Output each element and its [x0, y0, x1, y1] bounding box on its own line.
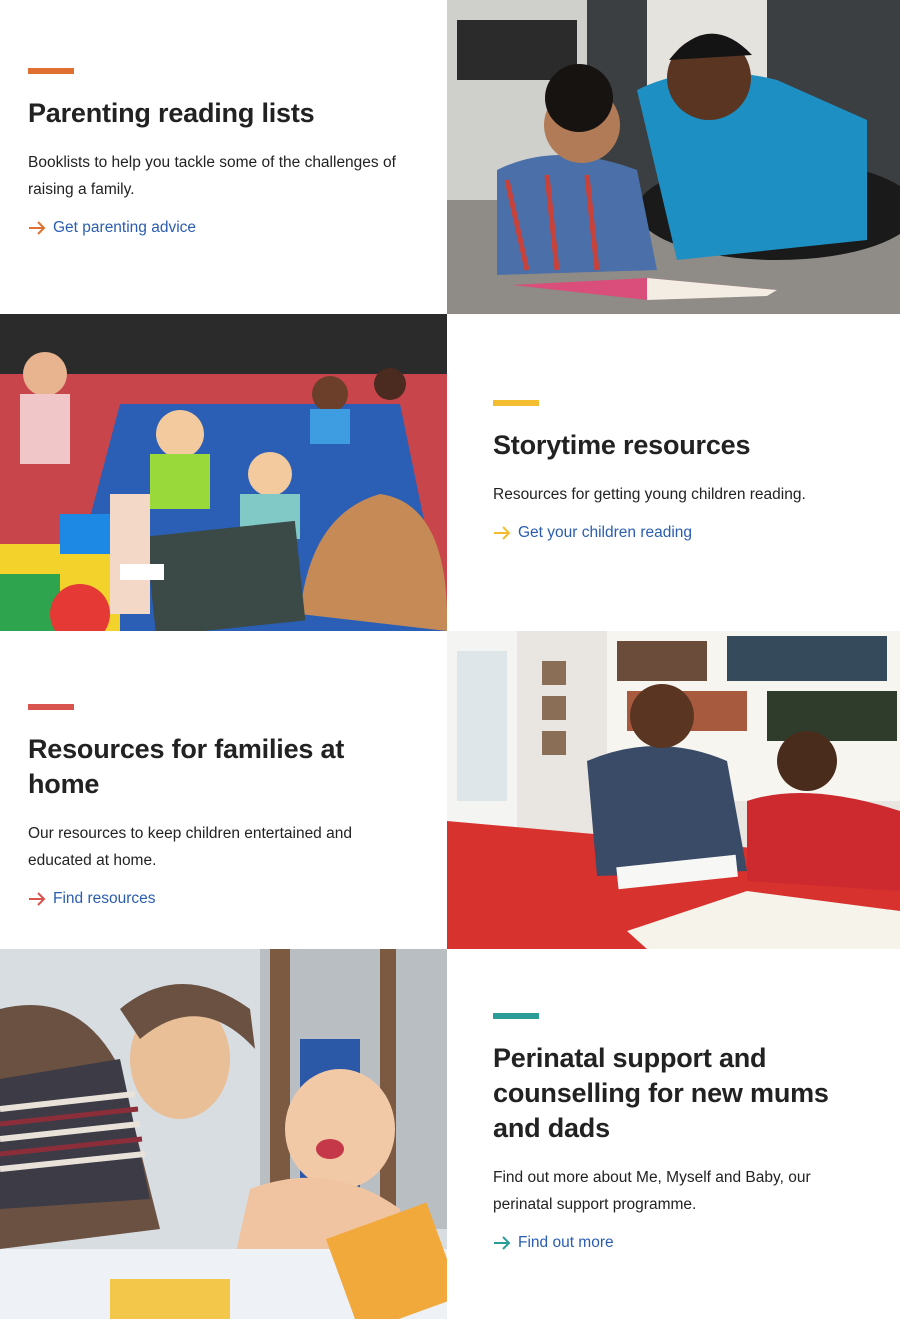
photo-father-son-reading	[447, 0, 900, 314]
arrow-right-icon	[494, 1236, 511, 1250]
card-title: Storytime resources	[493, 430, 751, 460]
card-image-mother-baby	[0, 949, 447, 1319]
card-parenting-reading-lists: Parenting reading lists Booklists to hel…	[0, 0, 447, 314]
link-label: Find out more	[518, 1234, 614, 1251]
arrow-right-icon	[494, 526, 511, 540]
arrow-right-icon	[29, 221, 46, 235]
link-label: Find resources	[53, 890, 156, 907]
card-description: Booklists to help you tackle some of the…	[28, 154, 396, 198]
accent-bar	[28, 704, 74, 710]
accent-bar	[493, 400, 539, 406]
photo-mother-baby	[0, 949, 447, 1319]
accent-bar	[493, 1013, 539, 1019]
card-title: Parenting reading lists	[28, 98, 315, 128]
photo-homework	[447, 631, 900, 949]
find-resources-link[interactable]: Find resources	[28, 890, 407, 908]
card-title: Perinatal support and counselling for ne…	[493, 1043, 829, 1143]
get-your-children-reading-link[interactable]: Get your children reading	[493, 524, 860, 542]
card-perinatal-support: Perinatal support and counselling for ne…	[447, 949, 900, 1319]
arrow-right-icon	[29, 892, 46, 906]
photo-storytime	[0, 314, 447, 631]
card-image-father-son-reading	[447, 0, 900, 314]
accent-bar	[28, 68, 74, 74]
card-description: Our resources to keep children entertain…	[28, 825, 352, 869]
link-label: Get your children reading	[518, 524, 693, 541]
card-description: Find out more about Me, Myself and Baby,…	[493, 1169, 811, 1213]
link-label: Get parenting advice	[53, 219, 197, 236]
card-storytime-resources: Storytime resources Resources for gettin…	[447, 314, 900, 631]
card-image-storytime	[0, 314, 447, 631]
find-out-more-link[interactable]: Find out more	[493, 1234, 860, 1252]
card-title: Resources for families at home	[28, 734, 345, 799]
card-image-homework	[447, 631, 900, 949]
card-grid: Parenting reading lists Booklists to hel…	[0, 0, 900, 1319]
get-parenting-advice-link[interactable]: Get parenting advice	[28, 219, 407, 237]
card-resources-families-home: Resources for families at home Our resou…	[0, 631, 447, 949]
card-description: Resources for getting young children rea…	[493, 486, 806, 503]
